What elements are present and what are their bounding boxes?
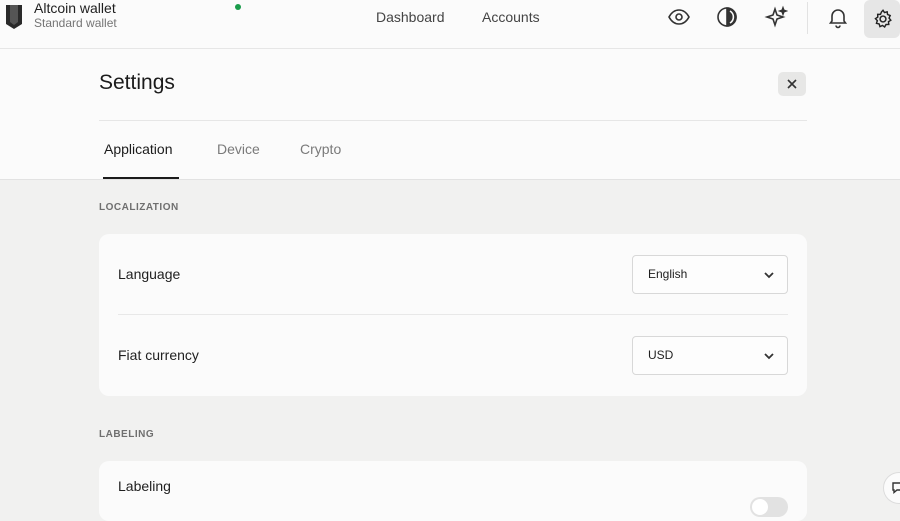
- labeling-label: Labeling: [118, 478, 171, 494]
- discreet-mode-icon[interactable]: [715, 5, 739, 29]
- nav-accounts[interactable]: Accounts: [482, 9, 540, 25]
- tab-device[interactable]: Device: [217, 141, 260, 157]
- tab-crypto[interactable]: Crypto: [300, 141, 341, 157]
- fiat-currency-label: Fiat currency: [118, 347, 199, 363]
- chat-icon: [892, 482, 900, 494]
- settings-header: Settings Application Device Crypto: [0, 49, 900, 180]
- toggle-knob: [752, 499, 768, 515]
- support-chat-button[interactable]: [883, 472, 900, 504]
- tab-application[interactable]: Application: [104, 141, 173, 157]
- labeling-card: Labeling: [99, 461, 807, 521]
- nav-dashboard[interactable]: Dashboard: [376, 9, 445, 25]
- localization-card: Language English Fiat currency USD: [99, 234, 807, 396]
- eye-icon[interactable]: [667, 5, 691, 29]
- wallet-name: Altcoin wallet: [34, 0, 116, 16]
- page-title: Settings: [99, 71, 175, 94]
- wallet-type: Standard wallet: [34, 16, 117, 30]
- wallet-logo-icon: [6, 5, 22, 29]
- settings-button[interactable]: [864, 0, 900, 38]
- fiat-currency-value: USD: [648, 348, 674, 362]
- toolbar-divider: [807, 2, 808, 34]
- close-button[interactable]: [778, 72, 806, 96]
- language-label: Language: [118, 266, 181, 282]
- fiat-currency-select[interactable]: USD: [632, 336, 788, 375]
- header-divider: [99, 120, 807, 121]
- close-icon: [787, 79, 797, 89]
- section-title-localization: LOCALIZATION: [99, 202, 179, 213]
- sparkle-icon[interactable]: [764, 5, 788, 29]
- active-tab-indicator: [103, 177, 179, 179]
- row-divider: [118, 314, 788, 315]
- language-select[interactable]: English: [632, 255, 788, 294]
- bell-icon[interactable]: [826, 5, 850, 29]
- chevron-down-icon: [764, 353, 774, 360]
- connection-status-dot: [235, 4, 241, 10]
- section-title-labeling: LABELING: [99, 429, 155, 440]
- top-bar: Altcoin wallet Standard wallet Dashboard…: [0, 0, 900, 49]
- labeling-toggle[interactable]: [750, 497, 788, 517]
- gear-icon: [874, 9, 892, 29]
- language-value: English: [648, 267, 688, 281]
- chevron-down-icon: [764, 272, 774, 279]
